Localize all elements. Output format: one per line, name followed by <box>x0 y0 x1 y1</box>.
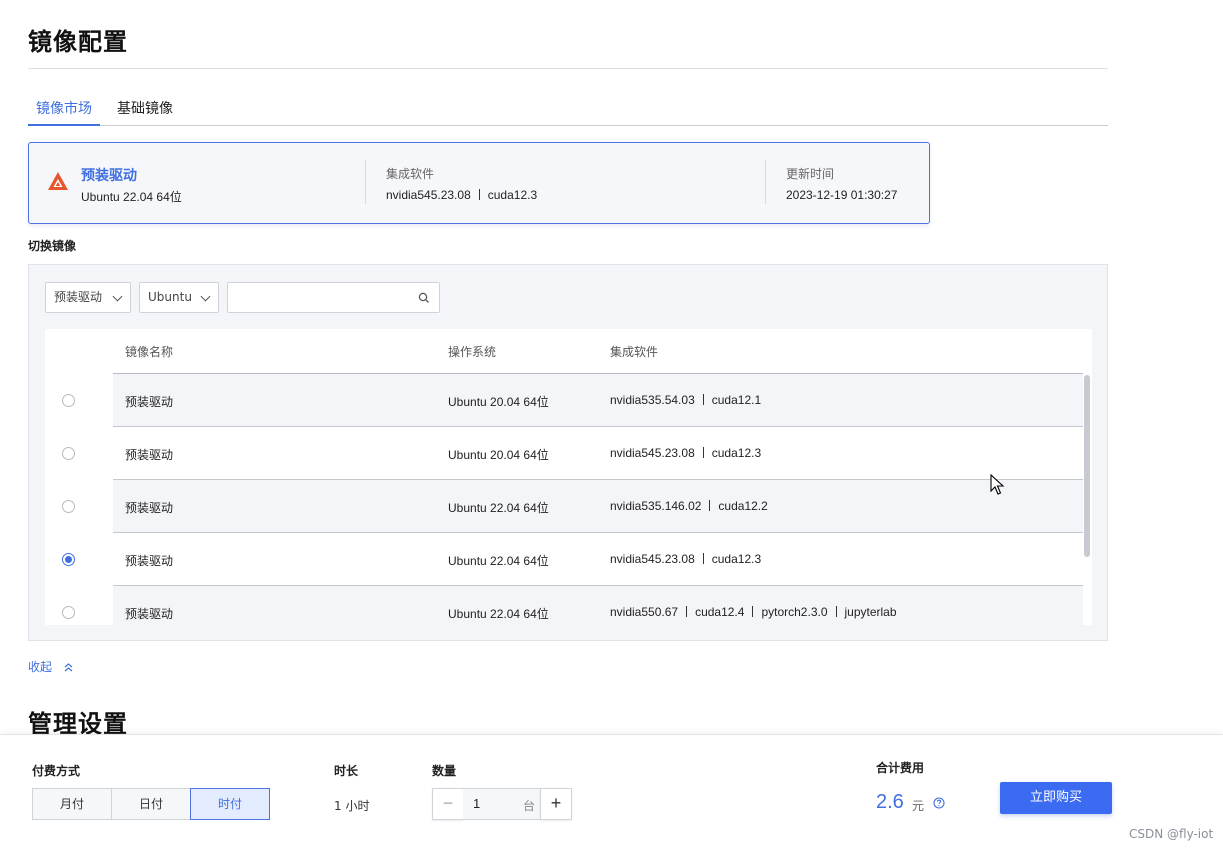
row-name: 预装驱动 <box>125 395 174 409</box>
current-image-updated: 2023-12-19 01:30:27 <box>786 188 898 202</box>
divider <box>28 68 1108 69</box>
row-name: 预装驱动 <box>125 448 174 462</box>
row-radio[interactable] <box>62 500 75 513</box>
watermark: CSDN @fly-iot <box>1129 827 1214 841</box>
image-type-value: 预装驱动 <box>54 290 103 304</box>
tab-image-market[interactable]: 镜像市场 <box>28 96 100 126</box>
payment-label: 付费方式 <box>32 764 81 778</box>
row-os: Ubuntu 22.04 64位 <box>448 607 549 621</box>
buy-now-button[interactable]: 立即购买 <box>1000 782 1112 814</box>
payment-option-hourly[interactable]: 时付 <box>190 788 270 820</box>
purchase-footer: 付费方式 月付 日付 时付 时长 1 小时 数量 − 台 + 合计费用 2.6 … <box>0 734 1223 850</box>
payment-option-monthly[interactable]: 月付 <box>32 788 112 820</box>
current-image-card: 预装驱动 Ubuntu 22.04 64位 集成软件 nvidia545.23.… <box>28 142 930 224</box>
column-header-software: 集成软件 <box>610 345 659 359</box>
mouse-cursor-icon <box>990 474 1005 495</box>
duration-label: 时长 <box>334 764 359 778</box>
row-software: nvidia550.67 cuda12.4 pytorch2.3.0 jupyterl… <box>610 605 897 619</box>
image-source-tabs: 镜像市场 基础镜像 <box>28 96 1108 126</box>
row-name: 预装驱动 <box>125 607 174 621</box>
software-item: cuda12.3 <box>487 188 538 202</box>
collapse-link[interactable]: 收起 <box>28 658 73 675</box>
help-icon[interactable] <box>933 797 945 809</box>
row-radio[interactable] <box>62 447 75 460</box>
row-os: Ubuntu 20.04 64位 <box>448 395 549 409</box>
updated-label: 更新时间 <box>786 167 835 181</box>
row-os: Ubuntu 20.04 64位 <box>448 448 549 462</box>
driver-logo-icon <box>48 172 68 190</box>
row-os: Ubuntu 22.04 64位 <box>448 554 549 568</box>
row-os: Ubuntu 22.04 64位 <box>448 501 549 515</box>
chevron-down-icon <box>200 291 211 302</box>
total-price: 2.6 <box>876 791 904 813</box>
row-software: nvidia545.23.08 cuda12.3 <box>610 446 762 460</box>
table-header: 镜像名称 操作系统 集成软件 <box>45 329 1092 373</box>
collapse-label: 收起 <box>28 660 53 674</box>
current-image-software: nvidia545.23.08 cuda12.3 <box>386 188 537 202</box>
image-table: 镜像名称 操作系统 集成软件 预装驱动 Ubuntu 20.04 64位 nvi… <box>45 329 1092 625</box>
double-chevron-up-icon <box>64 663 73 672</box>
chevron-down-icon <box>112 291 123 302</box>
table-row[interactable]: 预装驱动 Ubuntu 20.04 64位 nvidia535.54.03 cud… <box>45 374 1092 427</box>
table-row-selected[interactable]: 预装驱动 Ubuntu 22.04 64位 nvidia545.23.08 cud… <box>45 533 1092 586</box>
os-select[interactable]: Ubuntu <box>139 282 219 313</box>
software-item: nvidia545.23.08 <box>386 188 471 202</box>
current-image-name: 预装驱动 <box>81 168 137 184</box>
row-software: nvidia535.146.02 cuda12.2 <box>610 499 768 513</box>
column-header-name: 镜像名称 <box>125 345 174 359</box>
total-label: 合计费用 <box>876 761 925 775</box>
price-unit: 元 <box>912 799 925 813</box>
quantity-decrement-button[interactable]: − <box>432 788 464 820</box>
divider <box>365 160 366 204</box>
row-radio[interactable] <box>62 394 75 407</box>
quantity-unit: 台 <box>522 799 535 813</box>
table-row[interactable]: 预装驱动 Ubuntu 22.04 64位 nvidia550.67 cuda12… <box>45 586 1092 625</box>
duration-value: 1 小时 <box>334 799 370 813</box>
column-header-os: 操作系统 <box>448 345 497 359</box>
table-scrollbar[interactable] <box>1084 375 1090 557</box>
quantity-stepper: 台 <box>463 788 541 820</box>
search-icon[interactable] <box>418 292 430 304</box>
current-image-os: Ubuntu 22.04 64位 <box>81 190 182 204</box>
payment-option-daily[interactable]: 日付 <box>111 788 191 820</box>
tab-base-image[interactable]: 基础镜像 <box>117 96 173 126</box>
row-name: 预装驱动 <box>125 554 174 568</box>
image-type-select[interactable]: 预装驱动 <box>45 282 131 313</box>
row-name: 预装驱动 <box>125 501 174 515</box>
row-radio-checked[interactable] <box>62 553 75 566</box>
quantity-increment-button[interactable]: + <box>540 788 572 820</box>
section-title-image-config: 镜像配置 <box>28 28 128 56</box>
search-input[interactable] <box>234 283 414 312</box>
row-software: nvidia545.23.08 cuda12.3 <box>610 552 762 566</box>
row-radio[interactable] <box>62 606 75 619</box>
quantity-input[interactable] <box>473 796 513 811</box>
divider <box>765 160 766 204</box>
table-row[interactable]: 预装驱动 Ubuntu 22.04 64位 nvidia535.146.02 cu… <box>45 480 1092 533</box>
software-label: 集成软件 <box>386 167 435 181</box>
row-software: nvidia535.54.03 cuda12.1 <box>610 393 762 407</box>
os-value: Ubuntu <box>148 290 192 304</box>
search-box <box>227 282 440 313</box>
table-row[interactable]: 预装驱动 Ubuntu 20.04 64位 nvidia545.23.08 cud… <box>45 427 1092 480</box>
switch-image-panel: 预装驱动 Ubuntu 镜像名称 操作系统 集成软件 预装驱动 Ubuntu 2… <box>28 264 1108 641</box>
switch-image-label: 切换镜像 <box>28 239 77 253</box>
quantity-label: 数量 <box>432 764 457 778</box>
